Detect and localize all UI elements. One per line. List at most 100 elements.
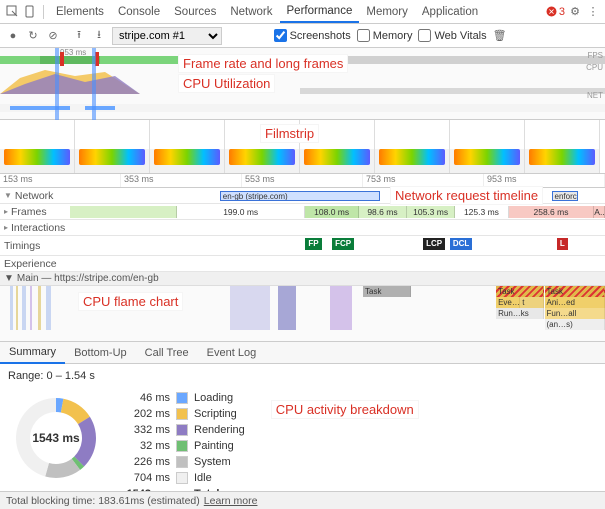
frame-segment[interactable]: 98.6 ms [359, 206, 407, 218]
filmstrip-thumb[interactable] [375, 120, 450, 173]
reload-icon[interactable]: ↻ [26, 29, 40, 43]
tab-elements[interactable]: Elements [49, 2, 111, 22]
frame-segment[interactable]: 258.6 ms [509, 206, 595, 218]
network-request[interactable]: en-gb (stripe.com) [220, 191, 381, 201]
network-request[interactable]: enforcemen [552, 191, 579, 201]
chevron-down-icon[interactable]: ▼ [4, 273, 14, 284]
error-badge[interactable]: ✕3 [546, 6, 565, 18]
filmstrip-thumb[interactable] [450, 120, 525, 173]
subtab-calltree[interactable]: Call Tree [136, 343, 198, 363]
flame-task[interactable]: Task [496, 286, 544, 297]
tab-application[interactable]: Application [415, 2, 485, 22]
filmstrip-thumb[interactable] [0, 120, 75, 173]
tab-network[interactable]: Network [223, 2, 279, 22]
overview-lane-labels: FPSCPUNET [586, 50, 603, 102]
subtab-bottomup[interactable]: Bottom-Up [65, 343, 136, 363]
track-label: Interactions [11, 222, 65, 234]
annotation-breakdown: CPU activity breakdown [271, 400, 419, 419]
flame-task[interactable]: (an…s) [545, 319, 605, 330]
track-label: Timings [4, 240, 40, 252]
range-label: Range: 0 – 1.54 s [8, 370, 597, 382]
track-label: Network [15, 190, 54, 202]
flame-task[interactable]: t [520, 297, 544, 308]
frame-segment[interactable]: 199.0 ms [177, 206, 305, 218]
flame-task[interactable]: Eve…oad [496, 297, 520, 308]
learn-more-link[interactable]: Learn more [204, 495, 258, 507]
summary-pane: Range: 0 – 1.54 s 1543 ms 46 msLoading20… [0, 364, 605, 508]
memory-checkbox[interactable]: Memory [357, 29, 413, 42]
frame-segment[interactable]: A.. [594, 206, 605, 218]
track-label: Frames [11, 206, 47, 218]
annotation-network: Network request timeline [390, 186, 543, 205]
subtab-eventlog[interactable]: Event Log [198, 343, 266, 363]
flame-task[interactable]: Fun…all [545, 308, 605, 319]
device-icon[interactable] [22, 4, 38, 20]
trash-icon[interactable]: 🗑 [493, 29, 507, 43]
status-bar: Total blocking time: 183.61ms (estimated… [0, 491, 605, 509]
filmstrip-thumb[interactable] [75, 120, 150, 173]
experience-track[interactable]: Experience [0, 256, 605, 272]
timing-marker[interactable]: L [557, 238, 568, 250]
record-icon[interactable]: ● [6, 29, 20, 43]
activity-legend: 46 msLoading202 msScripting332 msRenderi… [120, 390, 245, 502]
annotation-flame: CPU flame chart [78, 292, 183, 311]
devtools-toolbar: Elements Console Sources Network Perform… [0, 0, 605, 24]
frame-segment[interactable]: 108.0 ms [305, 206, 359, 218]
frame-segment[interactable]: 105.3 ms [407, 206, 455, 218]
interactions-track[interactable]: ▸Interactions [0, 220, 605, 236]
network-track[interactable]: ▼Network en-gb (stripe.com) enforcemen Ne… [0, 188, 605, 204]
chevron-down-icon[interactable]: ▼ [4, 191, 12, 200]
more-icon[interactable]: ⋮ [585, 4, 601, 20]
tab-sources[interactable]: Sources [167, 2, 223, 22]
timing-marker[interactable]: LCP [423, 238, 445, 250]
ruler-tick: 353 ms [121, 174, 242, 187]
filmstrip-thumb[interactable] [150, 120, 225, 173]
flame-task[interactable]: Task [363, 286, 411, 297]
filmstrip[interactable]: Filmstrip [0, 120, 605, 174]
tbt-text: Total blocking time: 183.61ms (estimated… [6, 495, 200, 507]
details-tabs: Summary Bottom-Up Call Tree Event Log [0, 342, 605, 364]
annotation-cpu: CPU Utilization [178, 74, 275, 93]
timings-track[interactable]: Timings FP FCP LCP DCL L [0, 236, 605, 256]
legend-row: 46 msLoading [120, 390, 245, 406]
legend-row: 704 msIdle [120, 470, 245, 486]
download-icon[interactable]: ⭳ [92, 29, 106, 43]
legend-row: 202 msScripting [120, 406, 245, 422]
frame-segment[interactable]: 125.3 ms [455, 206, 509, 218]
inspect-icon[interactable] [4, 4, 20, 20]
frame-segment[interactable] [70, 206, 177, 218]
activity-donut: 1543 ms [8, 390, 104, 486]
chevron-right-icon[interactable]: ▸ [4, 207, 8, 216]
recording-select[interactable]: stripe.com #1 [112, 27, 222, 45]
chevron-right-icon[interactable]: ▸ [4, 223, 8, 232]
svg-text:✕: ✕ [548, 8, 555, 17]
settings-icon[interactable]: ⚙ [567, 4, 583, 20]
flame-task[interactable]: Run…ks [496, 308, 544, 319]
subtab-summary[interactable]: Summary [0, 342, 65, 364]
ruler-tick: 153 ms [0, 174, 121, 187]
separator [43, 5, 44, 19]
panel-tabs: Elements Console Sources Network Perform… [49, 1, 544, 23]
overview-pane[interactable]: 953 ms FPSCPUNET Frame rate and long fra… [0, 48, 605, 120]
timing-marker[interactable]: FCP [332, 238, 354, 250]
tab-memory[interactable]: Memory [359, 2, 415, 22]
legend-row: 32 msPainting [120, 438, 245, 454]
tab-console[interactable]: Console [111, 2, 167, 22]
flame-chart[interactable]: CPU flame chart TaskTaskTaskEve…oadtAni…… [0, 286, 605, 342]
webvitals-checkbox[interactable]: Web Vitals [418, 29, 486, 42]
flame-task[interactable]: Ani…ed [545, 297, 605, 308]
legend-row: 332 msRendering [120, 422, 245, 438]
annotation-fps: Frame rate and long frames [178, 54, 348, 73]
track-label: Experience [4, 258, 57, 270]
main-thread-header[interactable]: ▼Main — https://stripe.com/en-gb [0, 272, 605, 286]
filmstrip-thumb[interactable] [525, 120, 600, 173]
donut-total: 1543 ms [8, 390, 104, 486]
timing-marker[interactable]: DCL [450, 238, 472, 250]
tab-performance[interactable]: Performance [280, 1, 360, 23]
flame-task[interactable]: Task [545, 286, 605, 297]
screenshots-checkbox[interactable]: Screenshots [274, 29, 351, 42]
upload-icon[interactable]: ⭱ [72, 29, 86, 43]
clear-icon[interactable]: ⊘ [46, 29, 60, 43]
frames-track[interactable]: ▸Frames 199.0 ms108.0 ms98.6 ms105.3 ms1… [0, 204, 605, 220]
timing-marker[interactable]: FP [305, 238, 321, 250]
